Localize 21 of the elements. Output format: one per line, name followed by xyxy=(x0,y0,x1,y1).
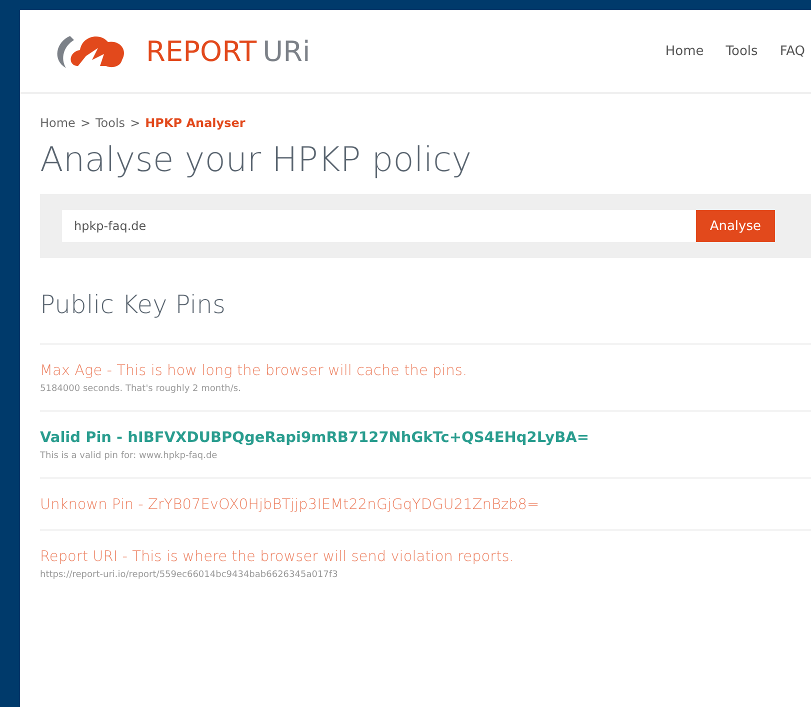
result-detail: https://report-uri.io/report/559ec66014bc9434bab6626345a017f3 xyxy=(40,570,339,580)
page-title: Analyse your HPKP policy xyxy=(40,140,473,180)
breadcrumb-separator: > xyxy=(80,116,90,130)
nav-link[interactable]: Tools xyxy=(726,44,758,58)
result-title: Max Age - This is how long the browser will cache the pins. xyxy=(40,363,468,379)
logo-text: URi xyxy=(262,34,310,68)
nav-link[interactable]: Home xyxy=(665,44,704,58)
result-title: Report URI - This is where the browser will send violation reports. xyxy=(40,549,515,565)
breadcrumb-link[interactable]: HPKP Analyser xyxy=(145,116,246,130)
result-title: Valid Pin - hIBFVXDUBPQgeRapi9mRB7127NhGkTc+QS4EHq2LyBA= xyxy=(40,430,590,446)
breadcrumb-separator: > xyxy=(130,116,140,130)
breadcrumb-link[interactable]: Home xyxy=(40,116,76,130)
analyse-button[interactable]: Analyse xyxy=(696,210,775,242)
result-detail: 5184000 seconds. That's roughly 2 month/s. xyxy=(40,384,242,394)
breadcrumb-link[interactable]: Tools xyxy=(96,116,126,130)
result-detail: This is a valid pin for: www.hpkp-faq.de xyxy=(40,451,218,461)
section-title: Public Key Pins xyxy=(40,290,227,319)
result-title: Unknown Pin - ZrYB07EvOX0HjbBTjjp3IEMt22nGjGqYDGU21ZnBzb8= xyxy=(40,497,540,513)
nav-link[interactable]: FAQ xyxy=(780,44,805,58)
domain-input-field[interactable]: hpkp-faq.de xyxy=(62,210,696,242)
logo-text: REPORT xyxy=(146,34,257,68)
